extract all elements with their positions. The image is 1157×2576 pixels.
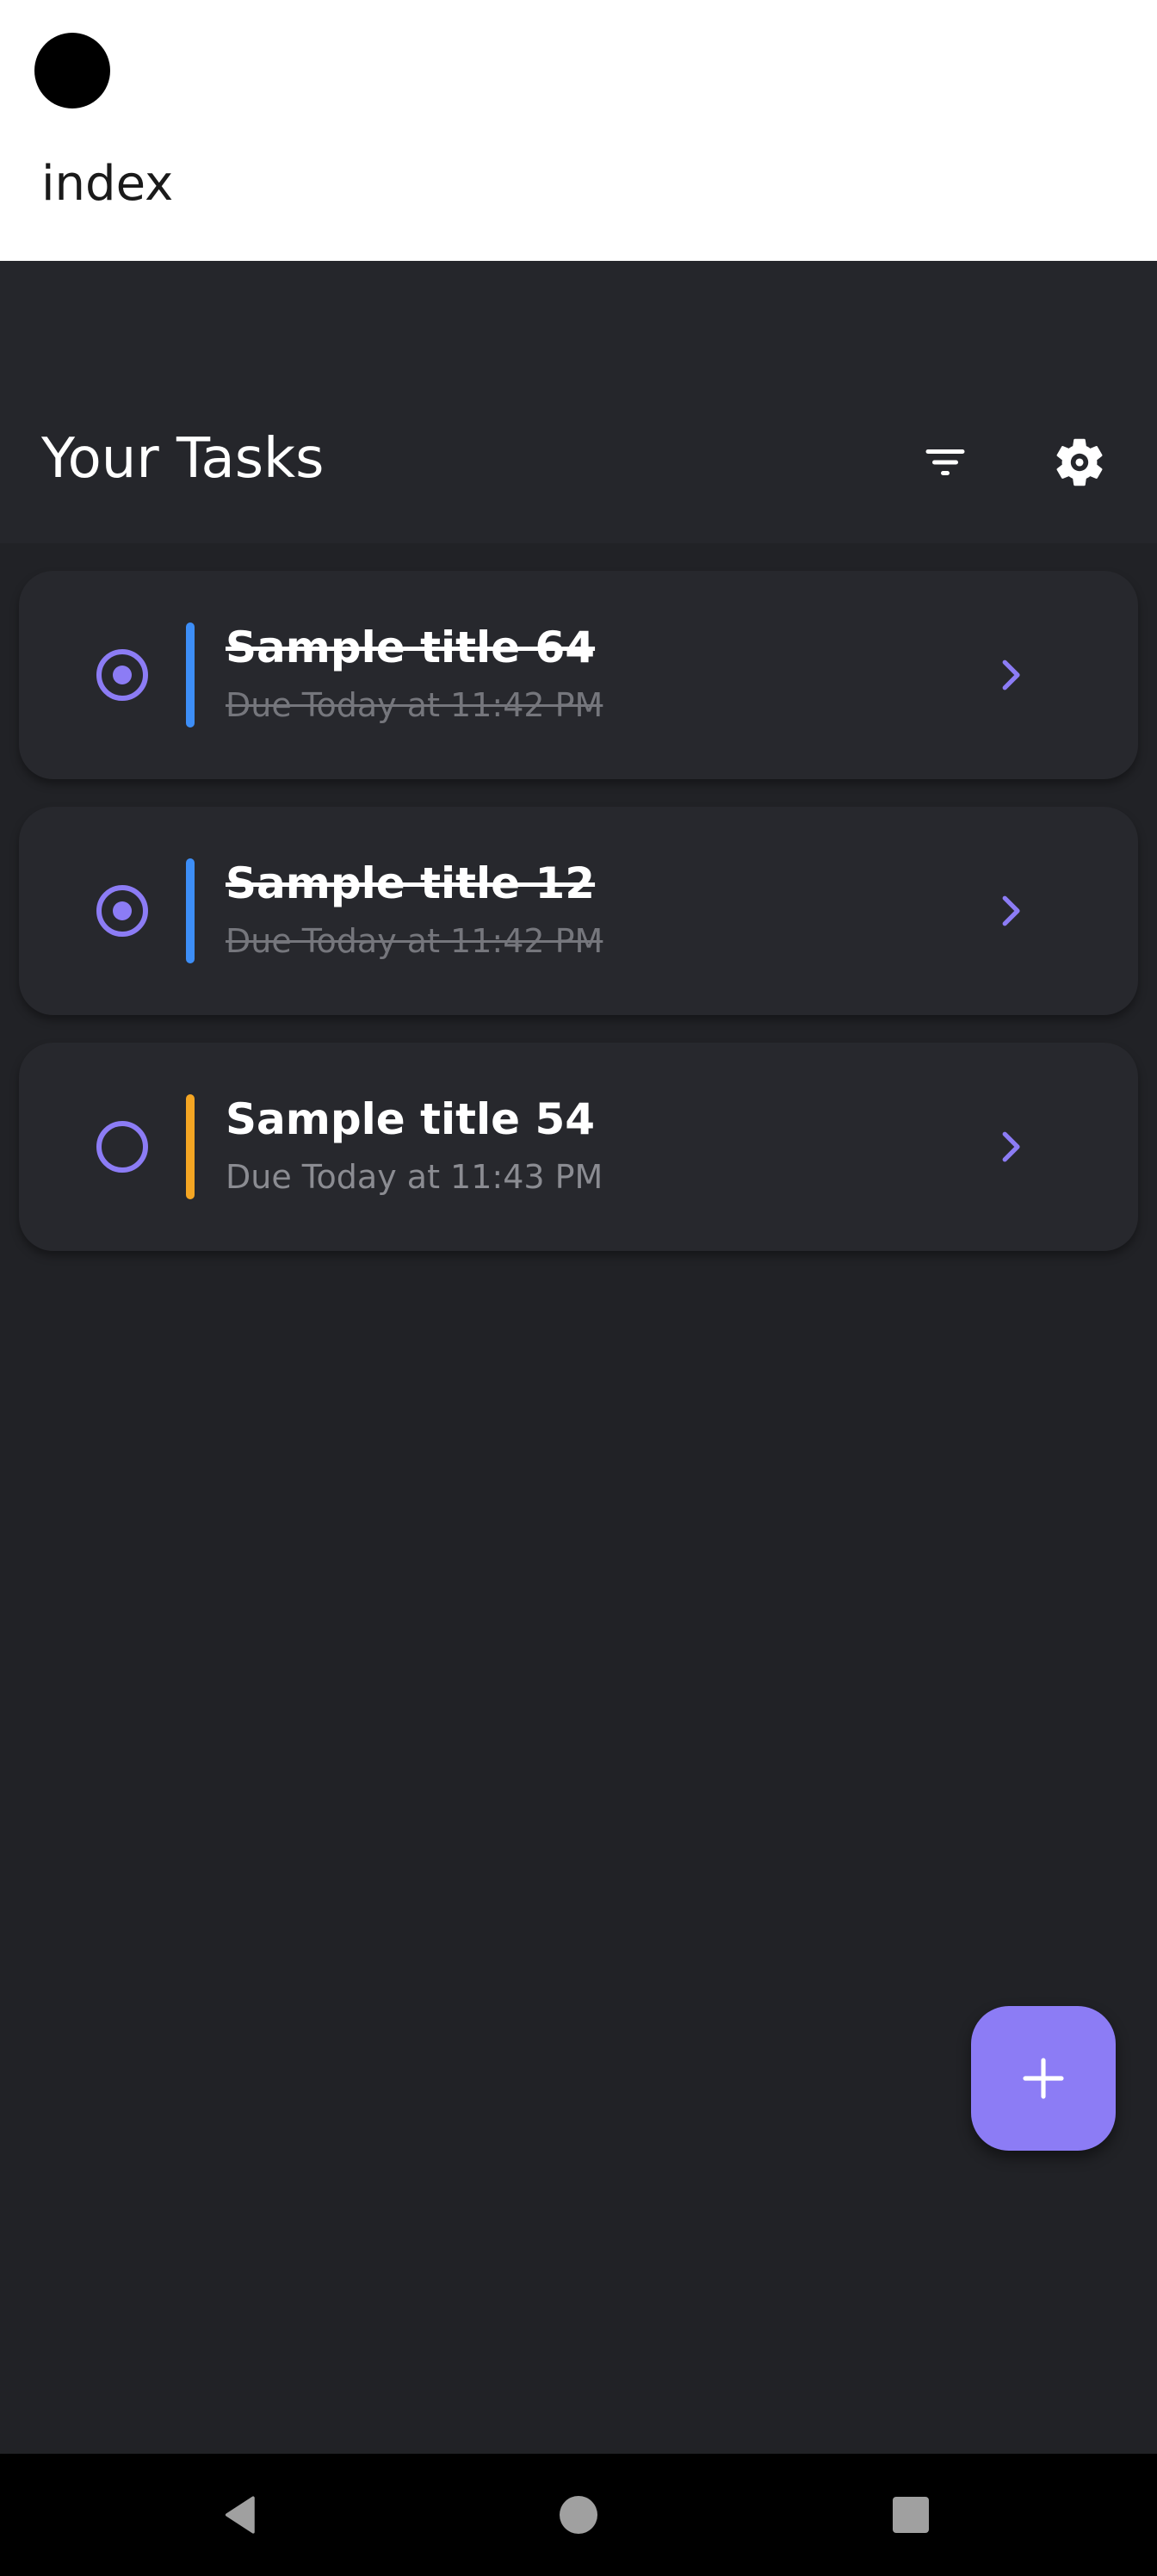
- chevron-right-icon: [980, 1116, 1042, 1178]
- task-due-date: Due Today at 11:42 PM: [226, 922, 603, 960]
- checked-circle-icon: [96, 649, 148, 701]
- task-checkbox[interactable]: [86, 1111, 158, 1183]
- add-task-button[interactable]: [971, 2006, 1116, 2151]
- gear-icon: [1056, 438, 1103, 486]
- task-checkbox[interactable]: [86, 639, 158, 711]
- settings-button[interactable]: [1038, 421, 1121, 504]
- priority-indicator: [186, 858, 195, 963]
- task-title: Sample title 54: [226, 1094, 596, 1144]
- task-due-date: Due Today at 11:42 PM: [226, 686, 603, 724]
- task-title: Sample title 12: [226, 858, 596, 908]
- empty-circle-icon: [96, 1121, 148, 1173]
- task-due-date: Due Today at 11:43 PM: [226, 1158, 603, 1196]
- task-checkbox[interactable]: [86, 875, 158, 947]
- task-list: Sample title 64 Due Today at 11:42 PM Sa…: [19, 571, 1138, 1279]
- back-icon: [225, 2496, 255, 2534]
- task-card[interactable]: Sample title 54 Due Today at 11:43 PM: [19, 1043, 1138, 1251]
- task-card[interactable]: Sample title 12 Due Today at 11:42 PM: [19, 807, 1138, 1015]
- nav-recents-button[interactable]: [868, 2472, 954, 2558]
- task-card[interactable]: Sample title 64 Due Today at 11:42 PM: [19, 571, 1138, 779]
- priority-indicator: [186, 622, 195, 728]
- avatar: [34, 33, 110, 108]
- task-title: Sample title 64: [226, 622, 596, 672]
- recents-icon: [893, 2497, 929, 2533]
- chevron-right-icon: [980, 880, 1042, 942]
- route-title: index: [41, 156, 174, 212]
- priority-indicator: [186, 1094, 195, 1199]
- plus-icon: [1023, 2058, 1064, 2099]
- nav-back-button[interactable]: [198, 2472, 284, 2558]
- nav-home-button[interactable]: [535, 2472, 622, 2558]
- checked-circle-icon: [96, 885, 148, 937]
- app-bar: Your Tasks: [0, 261, 1157, 543]
- filter-icon: [925, 449, 965, 475]
- top-header: index: [0, 0, 1157, 261]
- system-nav-bar: [0, 2454, 1157, 2576]
- chevron-right-icon: [980, 644, 1042, 706]
- filter-button[interactable]: [904, 421, 987, 504]
- home-icon: [560, 2496, 597, 2534]
- page-title: Your Tasks: [41, 427, 325, 491]
